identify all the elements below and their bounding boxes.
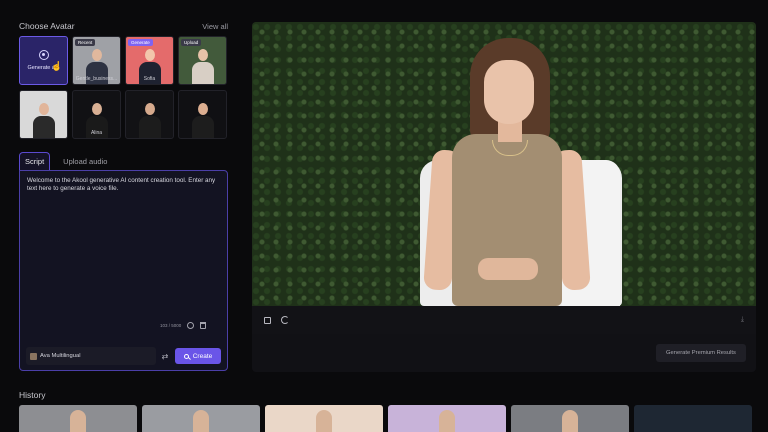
script-editor[interactable]: Welcome to the Akool generative AI conte… <box>19 170 228 371</box>
avatar-tile[interactable] <box>178 90 227 139</box>
face <box>484 60 534 124</box>
script-tabs: Script Upload audio <box>19 152 228 170</box>
history-thumbnail[interactable] <box>142 405 260 432</box>
avatar-section-header: Choose Avatar View all <box>19 18 228 34</box>
generate-avatar-tile[interactable]: Generate a... ☝ <box>19 36 68 85</box>
avatar-tile[interactable]: Upload <box>178 36 227 85</box>
history-avatar <box>193 410 209 432</box>
clock-icon[interactable] <box>187 322 195 329</box>
avatar-tile[interactable]: Generate Sofia <box>125 36 174 85</box>
history-avatar <box>439 410 455 432</box>
avatar-figure <box>191 49 214 84</box>
avatar-badge: Generate <box>128 39 153 46</box>
avatar-figure <box>191 103 214 138</box>
avatar-tile[interactable]: Alina <box>72 90 121 139</box>
view-all-link[interactable]: View all <box>202 22 228 31</box>
avatar-section-title: Choose Avatar <box>19 21 75 31</box>
voice-selector[interactable]: Ava Multilingual <box>26 347 156 365</box>
script-bottom-bar: Ava Multilingual ⇄ Create <box>26 347 221 365</box>
script-tools: 103 / 5000 <box>160 322 207 329</box>
history-avatar <box>316 410 332 432</box>
pointer-cursor-icon: ☝ <box>51 61 63 71</box>
avatar-tile[interactable]: Recent Gentle_business... <box>72 36 121 85</box>
avatar-name: Sofia <box>143 76 156 82</box>
history-thumbnail[interactable] <box>265 405 383 432</box>
history-title: History <box>19 390 46 400</box>
history-thumbnail[interactable] <box>511 405 629 432</box>
avatar-grid: Generate a... ☝ Recent Gentle_business...… <box>19 36 228 139</box>
create-button[interactable]: Create <box>175 348 221 364</box>
avatar-name: Gentle_business... <box>75 76 118 82</box>
left-column: Choose Avatar View all Generate a... ☝ R… <box>19 18 228 371</box>
history-avatar <box>562 410 578 432</box>
tab-upload-audio[interactable]: Upload audio <box>58 153 112 170</box>
character-counter: 103 / 5000 <box>160 323 182 328</box>
avatar-name: Alina <box>90 130 103 136</box>
preview-controls: ⤓ <box>252 306 756 334</box>
voice-avatar <box>30 352 37 360</box>
history-row <box>19 405 752 432</box>
tab-script[interactable]: Script <box>19 152 51 170</box>
history-thumbnail[interactable] <box>634 405 752 432</box>
avatar-tile[interactable] <box>125 90 174 139</box>
history-avatar <box>70 410 86 432</box>
generate-premium-button[interactable]: Generate Premium Results <box>656 344 746 362</box>
download-icon[interactable]: ⤓ <box>741 316 744 324</box>
preview-panel: ⤓ Generate Premium Results <box>252 22 756 372</box>
voice-name: Ava Multilingual <box>40 353 81 359</box>
swap-icon[interactable]: ⇄ <box>159 352 171 361</box>
dress <box>452 134 562 306</box>
avatar-preview-video[interactable] <box>252 22 756 306</box>
user-icon <box>38 50 49 60</box>
avatar-badge: Upload <box>181 39 202 46</box>
history-thumbnail[interactable] <box>388 405 506 432</box>
background-icon[interactable] <box>264 316 271 324</box>
avatar-tile[interactable] <box>19 90 68 139</box>
trash-icon[interactable] <box>200 322 207 329</box>
history-thumbnail[interactable] <box>19 405 137 432</box>
refresh-icon[interactable] <box>281 316 289 324</box>
script-textarea[interactable]: Welcome to the Akool generative AI conte… <box>20 171 227 199</box>
avatar-figure <box>138 103 161 138</box>
hands <box>478 258 538 280</box>
create-label: Create <box>192 352 213 360</box>
avatar-figure <box>32 103 55 138</box>
search-icon <box>183 353 189 359</box>
avatar-badge: Recent <box>75 39 96 46</box>
